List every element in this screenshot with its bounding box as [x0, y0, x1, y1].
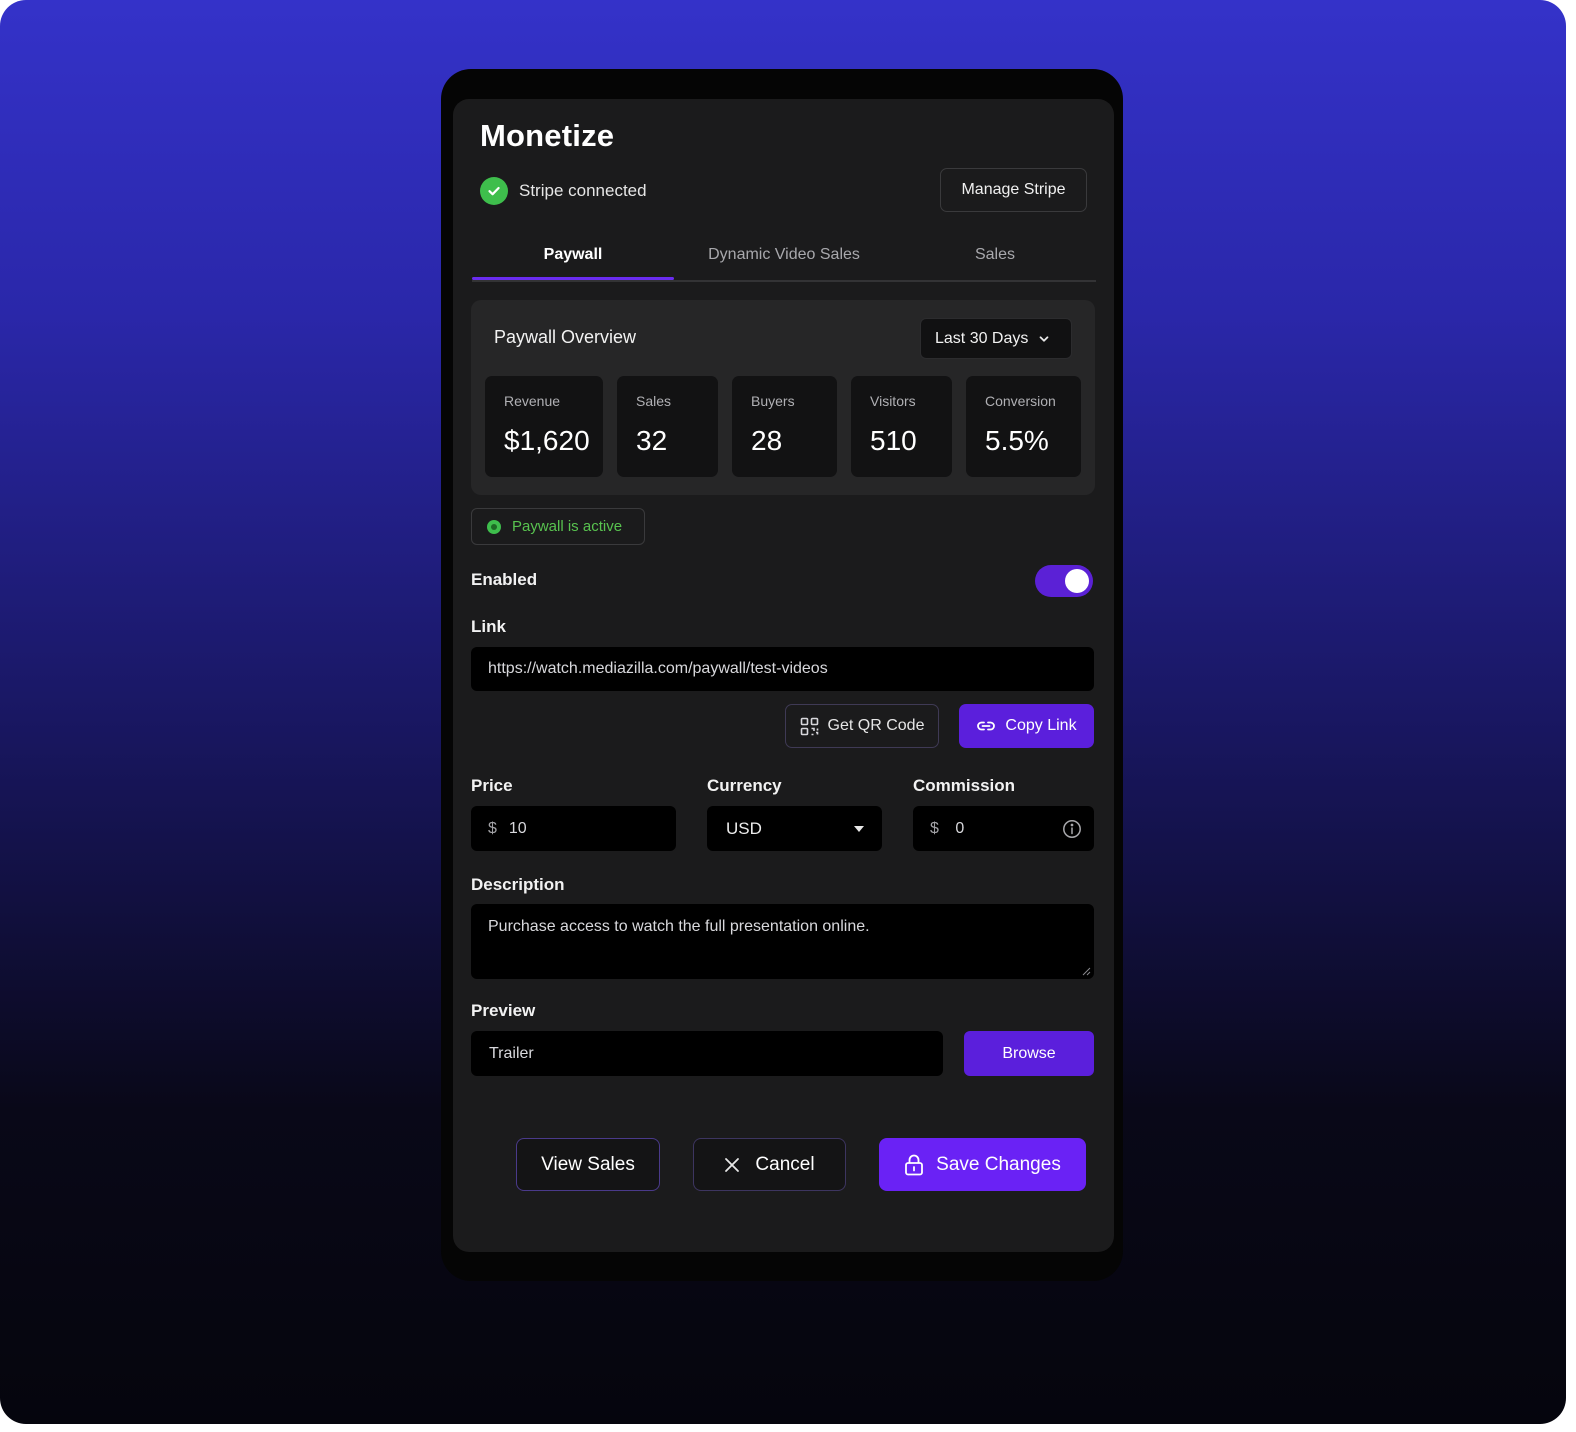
stat-card-revenue: Revenue $1,620 — [485, 376, 603, 477]
price-currency-prefix: $ — [488, 819, 497, 837]
get-qr-code-label: Get QR Code — [827, 717, 925, 734]
browse-button[interactable]: Browse — [964, 1031, 1094, 1076]
copy-link-label: Copy Link — [1005, 717, 1077, 734]
stat-value: 32 — [636, 425, 668, 456]
copy-link-button[interactable]: Copy Link — [959, 704, 1094, 748]
price-label: Price — [471, 776, 513, 795]
stat-label: Revenue — [504, 393, 561, 409]
tab-sales[interactable]: Sales — [894, 232, 1096, 278]
status-dot-icon — [487, 519, 501, 534]
stat-card-sales: Sales 32 — [617, 376, 718, 477]
page-title: Monetize — [480, 118, 615, 153]
cancel-button[interactable]: Cancel — [693, 1138, 846, 1191]
tab-bar: Paywall Dynamic Video Sales Sales — [472, 232, 1096, 282]
stat-value: 510 — [870, 425, 917, 456]
check-circle-icon — [480, 177, 508, 205]
currency-value: USD — [726, 818, 762, 838]
save-changes-label: Save Changes — [936, 1153, 1061, 1175]
manage-stripe-button[interactable]: Manage Stripe — [940, 168, 1087, 212]
view-sales-button[interactable]: View Sales — [516, 1138, 660, 1191]
commission-value: 0 — [955, 819, 965, 837]
save-changes-button[interactable]: Save Changes — [879, 1138, 1086, 1191]
info-icon[interactable] — [1062, 819, 1082, 839]
currency-select[interactable]: USD — [707, 806, 882, 851]
stat-card-conversion: Conversion 5.5% — [966, 376, 1081, 477]
close-icon — [725, 1157, 740, 1172]
stat-label: Buyers — [751, 393, 795, 409]
toggle-knob — [1065, 569, 1089, 593]
commission-label: Commission — [913, 776, 1016, 795]
cancel-label: Cancel — [755, 1153, 815, 1175]
overview-title: Paywall Overview — [494, 327, 637, 347]
commission-currency-prefix: $ — [930, 819, 939, 837]
get-qr-code-button[interactable]: Get QR Code — [785, 704, 939, 748]
description-textarea[interactable]: Purchase access to watch the full presen… — [471, 904, 1094, 979]
date-range-value: Last 30 Days — [935, 329, 1029, 347]
enabled-toggle[interactable] — [1035, 565, 1093, 597]
stat-label: Conversion — [985, 393, 1056, 409]
stat-value: 28 — [751, 425, 783, 456]
stripe-status-text: Stripe connected — [519, 181, 647, 200]
stat-value: 5.5% — [985, 425, 1049, 456]
stat-label: Sales — [636, 393, 672, 409]
enabled-label: Enabled — [471, 570, 538, 589]
caret-down-icon — [854, 825, 864, 832]
tab-paywall[interactable]: Paywall — [472, 232, 674, 280]
page-background: Monetize Stripe connected Manage Stripe … — [0, 0, 1566, 1424]
status-badge: Paywall is active — [471, 508, 645, 545]
preview-label: Preview — [471, 1001, 536, 1020]
price-input[interactable]: $ 10 — [471, 806, 676, 851]
commission-value-wrap: $ 0 — [930, 820, 964, 838]
stripe-status: Stripe connected — [480, 176, 647, 206]
price-value: 10 — [508, 819, 527, 837]
tab-dynamic-video-sales[interactable]: Dynamic Video Sales — [674, 232, 894, 278]
stat-label: Visitors — [870, 393, 916, 409]
link-label: Link — [471, 617, 506, 636]
stat-card-visitors: Visitors 510 — [851, 376, 952, 477]
status-text: Paywall is active — [512, 518, 623, 535]
currency-label: Currency — [707, 776, 782, 795]
description-value: Purchase access to watch the full presen… — [488, 918, 870, 935]
resize-handle-icon[interactable] — [1082, 967, 1091, 976]
qr-code-icon — [800, 717, 818, 735]
description-label: Description — [471, 875, 565, 894]
lock-icon — [905, 1154, 924, 1175]
preview-field[interactable]: Trailer — [471, 1031, 943, 1076]
commission-input[interactable]: $ 0 — [913, 806, 1094, 851]
chevron-down-icon — [1039, 335, 1049, 342]
link-icon — [977, 721, 996, 731]
date-range-select[interactable]: Last 30 Days — [920, 318, 1072, 359]
link-field[interactable]: https://watch.mediazilla.com/paywall/tes… — [471, 647, 1094, 691]
stat-card-buyers: Buyers 28 — [732, 376, 837, 477]
stat-value: $1,620 — [504, 425, 590, 456]
